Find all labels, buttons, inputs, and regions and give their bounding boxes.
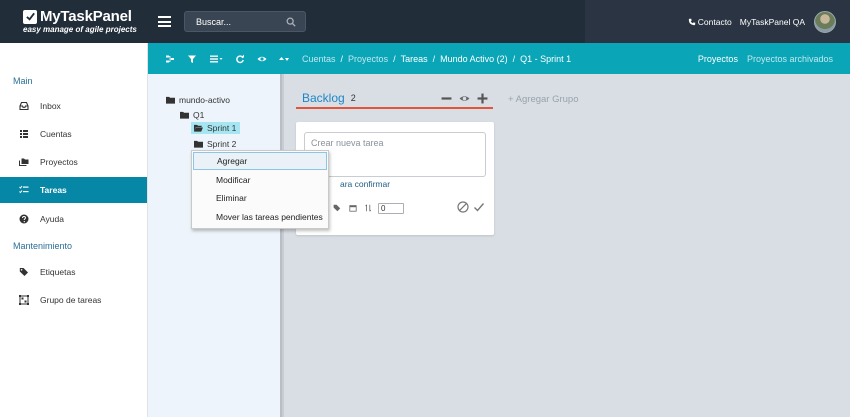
menu-item-agregar[interactable]: Agregar	[193, 152, 327, 170]
sidebar-section-main: Main	[13, 76, 33, 86]
sidebar-item-ayuda[interactable]: Ayuda	[0, 206, 147, 232]
group-actions	[437, 92, 491, 104]
folder-open-icon	[194, 124, 203, 132]
tree-node-sprint-2[interactable]: Sprint 2	[194, 139, 236, 149]
estimate-icon	[361, 202, 377, 214]
logo[interactable]: MyTaskPanel easy manage of agile project…	[23, 8, 143, 38]
contact-label: Contacto	[697, 16, 732, 27]
sidebar-item-label: Tareas	[40, 185, 67, 195]
context-menu: Agregar Modificar Eliminar Mover las tar…	[191, 150, 329, 229]
sidebar-item-etiquetas[interactable]: Etiquetas	[0, 259, 147, 285]
tree-node-label: mundo-activo	[179, 95, 231, 105]
sidebar-item-tareas[interactable]: Tareas	[0, 177, 147, 203]
tree-node-root[interactable]: mundo-activo	[166, 95, 230, 105]
sidebar-item-grupo-de-tareas[interactable]: Grupo de tareas	[0, 287, 147, 313]
menu-toggle-icon[interactable]	[158, 16, 171, 27]
list-icon[interactable]	[203, 51, 229, 67]
task-options	[329, 202, 404, 214]
tasks-icon	[18, 185, 29, 196]
sidebar-item-inbox[interactable]: Inbox	[0, 93, 147, 119]
help-icon	[18, 214, 29, 225]
breadcrumb-tareas[interactable]: Tareas	[401, 54, 428, 64]
menu-item-modificar[interactable]: Modificar	[193, 171, 327, 189]
new-task-input[interactable]	[304, 132, 486, 177]
refresh-icon[interactable]	[229, 51, 251, 67]
logo-brand: MyTaskPanel	[23, 8, 132, 25]
tag-icon[interactable]	[329, 202, 345, 214]
filter-icon[interactable]	[181, 51, 203, 67]
tree-node-label: Q1	[193, 110, 205, 120]
breadcrumb-proyectos[interactable]: Proyectos	[348, 54, 388, 64]
tags-icon	[18, 267, 29, 278]
menu-item-mover-pendientes[interactable]: Mover las tareas pendientes	[193, 208, 327, 226]
sidebar-item-label: Inbox	[40, 101, 61, 111]
sidebar-section-mantenimiento: Mantenimiento	[13, 241, 73, 251]
inbox-icon	[18, 101, 29, 112]
secondary-toolbar: Cuentas / Proyectos / Tareas / Mundo Act…	[148, 43, 850, 74]
estimate-input[interactable]	[378, 202, 404, 214]
group-header-backlog: Backlog 2	[296, 88, 493, 109]
menu-item-eliminar[interactable]: Eliminar	[193, 189, 327, 207]
tree-node-label: Sprint 2	[207, 139, 237, 149]
sidebar-item-label: Grupo de tareas	[40, 295, 102, 305]
breadcrumb-separator: /	[432, 53, 436, 64]
user-name[interactable]: MyTaskPanel QA	[740, 17, 805, 27]
folders-icon	[18, 157, 29, 168]
eye-icon[interactable]	[251, 51, 273, 67]
collapse-icon[interactable]	[437, 92, 455, 104]
logo-tagline: easy manage of agile projects	[23, 25, 137, 34]
check-logo-icon	[23, 9, 37, 24]
breadcrumb-sprint: Q1 - Sprint 1	[520, 53, 572, 64]
breadcrumb: Cuentas / Proyectos / Tareas / Mundo Act…	[302, 43, 571, 74]
breadcrumb-project[interactable]: Mundo Activo (2)	[440, 54, 508, 64]
search-icon[interactable]	[286, 17, 296, 27]
sidebar-item-cuentas[interactable]: Cuentas	[0, 121, 147, 147]
add-group-button[interactable]: + Agregar Grupo	[508, 94, 579, 105]
tab-proyectos-archivados[interactable]: Proyectos archivados	[747, 54, 833, 64]
sidebar-item-proyectos[interactable]: Proyectos	[0, 149, 147, 175]
breadcrumb-separator: /	[512, 53, 516, 64]
logo-text: MyTaskPanel	[40, 8, 132, 25]
project-tabs: Proyectos Proyectos archivados	[698, 43, 833, 74]
calendar-icon[interactable]	[345, 202, 361, 214]
check-icon[interactable]	[473, 201, 485, 213]
tree-node-q1[interactable]: Q1	[180, 110, 204, 120]
avatar[interactable]	[814, 10, 836, 33]
contact-link[interactable]: Contacto	[688, 17, 732, 27]
group-title[interactable]: Backlog	[302, 91, 345, 105]
search-input[interactable]	[196, 16, 286, 27]
user-area: Contacto MyTaskPanel QA	[585, 0, 850, 43]
sidebar-item-label: Proyectos	[40, 157, 78, 167]
search-box	[184, 11, 306, 32]
toolbar-tools	[159, 51, 295, 67]
sidebar-item-label: Cuentas	[40, 129, 72, 139]
group-icon	[18, 295, 29, 306]
add-icon[interactable]	[473, 92, 491, 104]
sidebar: Main Inbox Cuentas Proyectos Tareas Ayud…	[0, 43, 148, 417]
eye-icon[interactable]	[455, 92, 473, 104]
sort-icon[interactable]	[273, 51, 295, 67]
sidebar-item-label: Etiquetas	[40, 267, 76, 277]
confirm-hint: ara confirmar	[340, 179, 391, 189]
tree-node-label: Sprint 1	[207, 123, 237, 133]
breadcrumb-cuentas[interactable]: Cuentas	[302, 54, 336, 64]
top-header: MyTaskPanel easy manage of agile project…	[0, 0, 850, 43]
phone-icon	[688, 18, 695, 25]
breadcrumb-separator: /	[340, 53, 344, 64]
folder-icon	[180, 111, 189, 119]
group-icon[interactable]	[159, 51, 181, 67]
tree-node-sprint-1[interactable]: Sprint 1	[191, 122, 241, 134]
cancel-icon[interactable]	[457, 201, 469, 213]
tab-proyectos[interactable]: Proyectos	[698, 54, 738, 64]
list-icon	[18, 129, 29, 140]
folder-icon	[194, 140, 203, 148]
breadcrumb-separator: /	[393, 53, 396, 64]
folder-icon	[166, 96, 175, 104]
sidebar-item-label: Ayuda	[40, 214, 64, 224]
group-count-badge: 2	[350, 92, 356, 103]
